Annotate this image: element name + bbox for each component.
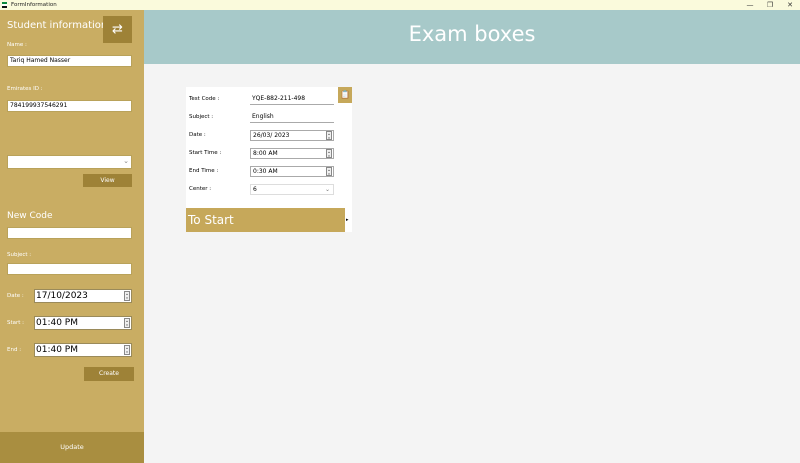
close-icon[interactable]: ✕ xyxy=(780,0,800,10)
card-date-value: 26/03/ 2023 xyxy=(253,132,290,139)
card-subject-field[interactable]: English xyxy=(250,112,334,123)
page-header: Exam boxes xyxy=(144,10,800,64)
view-button[interactable]: View xyxy=(83,174,132,187)
date-spinner[interactable]: ▴ ▾ xyxy=(124,291,130,301)
exam-select[interactable]: ⌄ xyxy=(7,155,132,169)
app-flag-icon xyxy=(2,2,7,8)
card-start-time-value: 8:00 AM xyxy=(253,150,278,157)
end-time-picker[interactable]: 01:40 PM ▴ ▾ xyxy=(34,343,132,357)
test-code-field[interactable]: YQE-882-211-498 xyxy=(250,94,334,105)
window-titlebar: FormInformation — ❐ ✕ xyxy=(0,0,800,10)
card-end-time-spinner[interactable]: ▴ ▾ xyxy=(326,167,332,176)
card-start-time-picker[interactable]: 8:00 AM ▴ ▾ xyxy=(250,148,334,159)
page-title: Exam boxes xyxy=(408,22,536,46)
date-value: 17/10/2023 xyxy=(36,291,88,301)
card-subject-label: Subject : xyxy=(189,114,214,120)
end-label: End : xyxy=(7,347,22,353)
maximize-icon[interactable]: ❐ xyxy=(760,0,780,10)
card-end-time-picker[interactable]: 0:30 AM ▴ ▾ xyxy=(250,166,334,177)
minimize-icon[interactable]: — xyxy=(740,0,760,10)
swap-icon: ⇄ xyxy=(112,22,123,37)
start-time-spinner[interactable]: ▴ ▾ xyxy=(124,318,130,328)
student-sidebar: Student information ⇄ Name : Tariq Hamed… xyxy=(0,10,144,463)
start-label: Start : xyxy=(7,320,25,326)
end-time-label: End Time : xyxy=(189,168,219,174)
clipboard-icon: 📋 xyxy=(340,90,350,99)
name-label: Name : xyxy=(7,42,27,48)
emirates-id-input[interactable]: 784199937546291 xyxy=(7,100,132,112)
emirates-id-label: Emirates ID : xyxy=(7,86,43,92)
expand-arrow-icon[interactable]: ▸ xyxy=(346,217,349,223)
card-start-time-spinner[interactable]: ▴ ▾ xyxy=(326,149,332,158)
clipboard-button[interactable]: 📋 xyxy=(338,87,352,103)
center-value: 6 xyxy=(253,186,257,193)
date-label: Date : xyxy=(7,293,24,299)
window-title: FormInformation xyxy=(11,2,57,8)
chevron-down-icon: ⌄ xyxy=(123,157,129,165)
center-label: Center : xyxy=(189,186,212,192)
date-picker[interactable]: 17/10/2023 ▴ ▾ xyxy=(34,289,132,303)
sidebar-title: Student information xyxy=(7,20,108,31)
name-input[interactable]: Tariq Hamed Nasser xyxy=(7,55,132,67)
new-code-title: New Code xyxy=(7,211,53,221)
update-button[interactable]: Update xyxy=(0,432,144,463)
create-button[interactable]: Create xyxy=(84,367,134,381)
chevron-down-icon: ⌄ xyxy=(324,186,330,193)
new-code-input[interactable] xyxy=(7,227,132,239)
swap-button[interactable]: ⇄ xyxy=(103,16,132,43)
center-select[interactable]: 6 ⌄ xyxy=(250,184,334,195)
card-end-time-value: 0:30 AM xyxy=(253,168,278,175)
start-time-picker[interactable]: 01:40 PM ▴ ▾ xyxy=(34,316,132,330)
end-time-value: 01:40 PM xyxy=(36,345,78,355)
subject-label: Subject : xyxy=(7,252,32,258)
start-time-label: Start Time : xyxy=(189,150,222,156)
card-date-spinner[interactable]: ▴ ▾ xyxy=(326,131,332,140)
end-time-spinner[interactable]: ▴ ▾ xyxy=(124,345,130,355)
subject-input[interactable] xyxy=(7,263,132,275)
to-start-button[interactable]: To Start xyxy=(186,208,345,232)
card-date-picker[interactable]: 26/03/ 2023 ▴ ▾ xyxy=(250,130,334,141)
start-time-value: 01:40 PM xyxy=(36,318,78,328)
card-date-label: Date : xyxy=(189,132,206,138)
test-code-label: Test Code : xyxy=(189,96,220,102)
